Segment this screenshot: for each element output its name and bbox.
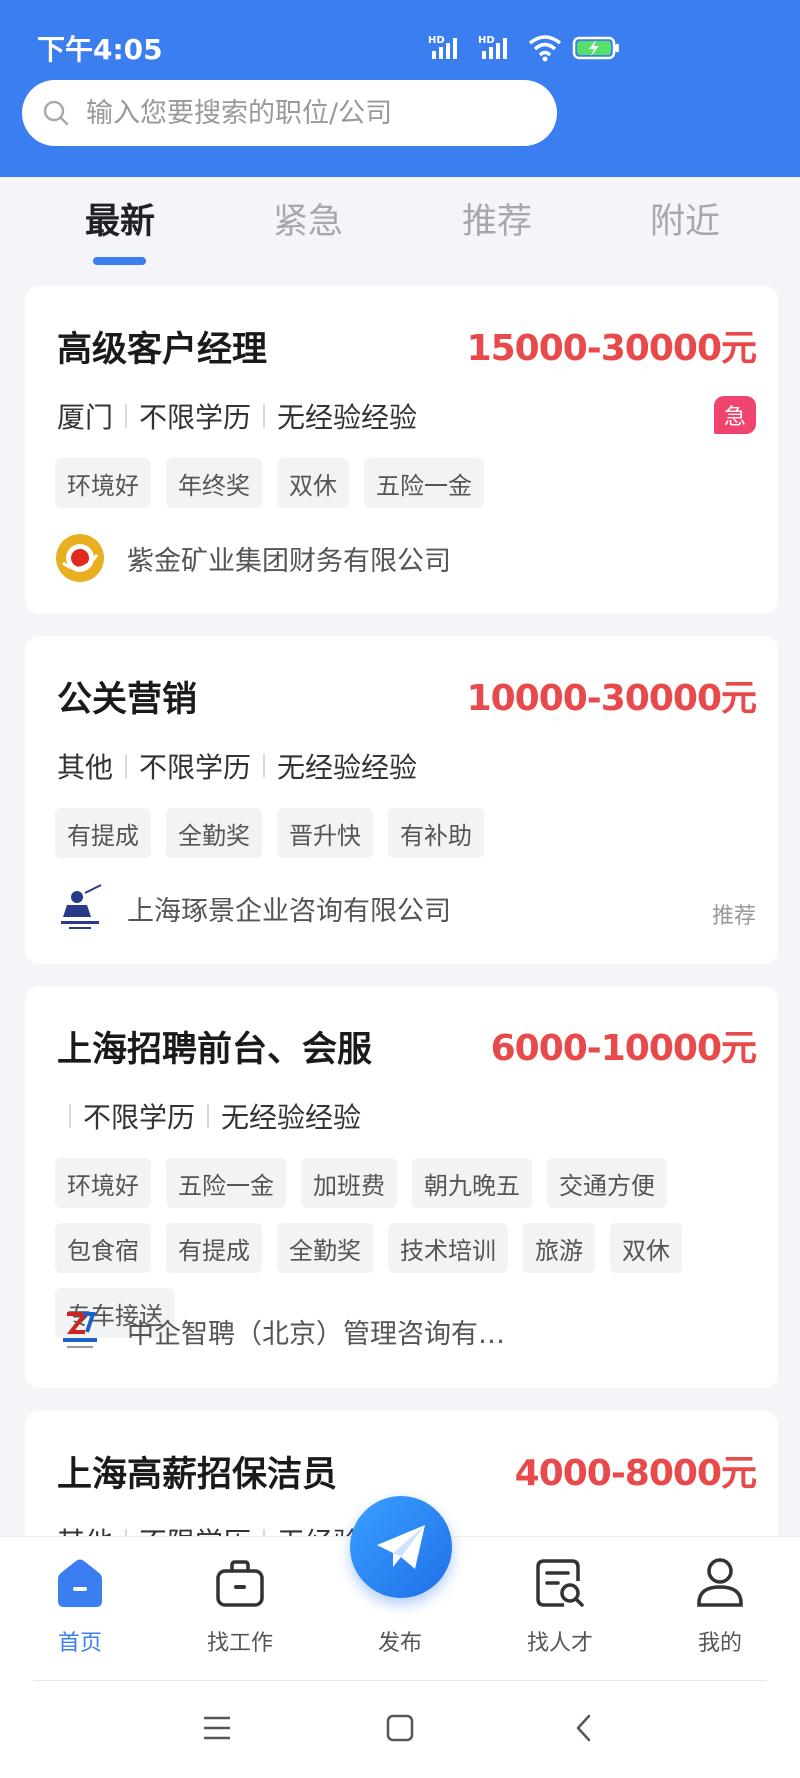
job-tag: 环境好 bbox=[55, 458, 151, 508]
job-experience: 无经验经验 bbox=[221, 1101, 362, 1134]
job-experience: 无经验经验 bbox=[277, 401, 418, 434]
tab-recommended[interactable]: 推荐 bbox=[462, 193, 532, 244]
job-card[interactable]: 上海招聘前台、会服 6000-10000元 不限学历 无经验经验 环境好 五险一… bbox=[25, 986, 778, 1388]
wifi-icon bbox=[528, 35, 562, 62]
job-meta: 不限学历 无经验经验 bbox=[57, 1096, 361, 1136]
publish-button[interactable] bbox=[350, 1496, 452, 1598]
job-salary: 15000-30000元 bbox=[466, 328, 757, 369]
job-tag: 有提成 bbox=[166, 1223, 262, 1273]
nav-label: 首页 bbox=[57, 1631, 102, 1656]
company-name: 中企智聘（北京）管理咨询有… bbox=[127, 1318, 505, 1350]
job-title: 高级客户经理 bbox=[57, 330, 268, 370]
tab-indicator bbox=[93, 257, 146, 265]
signal-icon: HD bbox=[428, 35, 457, 59]
company-name: 紫金矿业集团财务有限公司 bbox=[127, 545, 451, 577]
company-logo bbox=[55, 883, 105, 933]
tab-bar: 最新 紧急 推荐 附近 bbox=[0, 177, 800, 277]
status-time: 下午4:05 bbox=[37, 33, 163, 66]
divider bbox=[207, 1104, 210, 1128]
paper-plane-icon bbox=[377, 1525, 425, 1569]
home-icon bbox=[58, 1559, 102, 1607]
job-title: 上海招聘前台、会服 bbox=[57, 1030, 373, 1070]
job-title: 公关营销 bbox=[57, 680, 198, 720]
job-tag: 旅游 bbox=[523, 1223, 595, 1273]
job-education: 不限学历 bbox=[139, 401, 252, 434]
divider bbox=[125, 754, 128, 778]
status-icons: HD HD bbox=[428, 30, 622, 66]
job-card[interactable]: 高级客户经理 15000-30000元 急 厦门 不限学历 无经验经验 环境好 … bbox=[25, 286, 778, 614]
job-tag: 有补助 bbox=[388, 808, 484, 858]
divider bbox=[263, 754, 266, 778]
divider bbox=[125, 404, 128, 428]
job-location: 其他 bbox=[57, 751, 114, 784]
job-tags: 有提成 全勤奖 晋升快 有补助 bbox=[55, 808, 770, 858]
divider bbox=[69, 1104, 71, 1128]
job-salary: 4000-8000元 bbox=[514, 1453, 757, 1494]
urgent-badge: 急 bbox=[714, 396, 756, 434]
tab-latest[interactable]: 最新 bbox=[85, 193, 155, 244]
nav-label: 找人才 bbox=[526, 1631, 593, 1656]
company-logo bbox=[55, 1306, 105, 1356]
job-tag: 年终奖 bbox=[166, 458, 262, 508]
svg-text:HD: HD bbox=[428, 35, 445, 46]
svg-text:HD: HD bbox=[478, 35, 495, 46]
job-education: 不限学历 bbox=[83, 1101, 196, 1134]
status-bar: 下午4:05 HD HD bbox=[0, 0, 800, 90]
briefcase-icon bbox=[216, 1560, 264, 1607]
job-tag: 五险一金 bbox=[364, 458, 484, 508]
tab-urgent[interactable]: 紧急 bbox=[273, 193, 343, 244]
battery-icon bbox=[572, 36, 619, 60]
job-salary: 6000-10000元 bbox=[490, 1028, 757, 1069]
nav-label: 我的 bbox=[697, 1631, 742, 1656]
company-row: 上海琢景企业咨询有限公司 bbox=[55, 883, 451, 933]
job-tag: 技术培训 bbox=[388, 1223, 508, 1273]
tab-nearby[interactable]: 附近 bbox=[650, 193, 720, 244]
signal-icon-2: HD bbox=[478, 35, 507, 59]
job-tag: 加班费 bbox=[301, 1158, 397, 1208]
system-nav-bar bbox=[0, 1681, 800, 1778]
search-input[interactable] bbox=[86, 97, 506, 129]
job-card[interactable]: 公关营销 10000-30000元 其他 不限学历 无经验经验 有提成 全勤奖 … bbox=[25, 636, 778, 964]
job-tag: 环境好 bbox=[55, 1158, 151, 1208]
job-tag: 全勤奖 bbox=[166, 808, 262, 858]
job-experience: 无经验经验 bbox=[277, 751, 418, 784]
job-location: 厦门 bbox=[57, 401, 114, 434]
job-salary: 10000-30000元 bbox=[466, 678, 757, 719]
search-icon bbox=[43, 100, 69, 126]
job-meta: 其他 不限学历 无经验经验 bbox=[57, 746, 417, 786]
header: 下午4:05 HD HD bbox=[0, 0, 800, 177]
job-tag: 五险一金 bbox=[166, 1158, 286, 1208]
talent-search-icon bbox=[536, 1559, 584, 1607]
job-meta: 厦门 不限学历 无经验经验 bbox=[57, 396, 417, 436]
job-tag: 交通方便 bbox=[547, 1158, 667, 1208]
home-square-icon[interactable] bbox=[385, 1713, 415, 1743]
company-logo bbox=[55, 533, 105, 583]
recommend-label: 推荐 bbox=[711, 904, 756, 929]
job-tag: 全勤奖 bbox=[277, 1223, 373, 1273]
company-row: 中企智聘（北京）管理咨询有… bbox=[55, 1306, 505, 1356]
job-education: 不限学历 bbox=[139, 751, 252, 784]
job-tag: 包食宿 bbox=[55, 1223, 151, 1273]
divider bbox=[263, 404, 266, 428]
job-tag: 朝九晚五 bbox=[412, 1158, 532, 1208]
job-title: 上海高薪招保洁员 bbox=[57, 1455, 338, 1495]
company-row: 紫金矿业集团财务有限公司 bbox=[55, 533, 451, 583]
job-tag: 晋升快 bbox=[277, 808, 373, 858]
back-icon[interactable] bbox=[570, 1713, 600, 1743]
job-tag: 双休 bbox=[277, 458, 349, 508]
profile-icon bbox=[697, 1558, 743, 1607]
job-tag: 双休 bbox=[610, 1223, 682, 1273]
job-tag: 有提成 bbox=[55, 808, 151, 858]
nav-label: 找工作 bbox=[206, 1631, 273, 1656]
nav-label: 发布 bbox=[377, 1631, 422, 1656]
company-name: 上海琢景企业咨询有限公司 bbox=[127, 895, 451, 927]
menu-icon[interactable] bbox=[202, 1713, 232, 1743]
search-box[interactable] bbox=[22, 80, 557, 146]
job-tags: 环境好 年终奖 双休 五险一金 bbox=[55, 458, 770, 508]
